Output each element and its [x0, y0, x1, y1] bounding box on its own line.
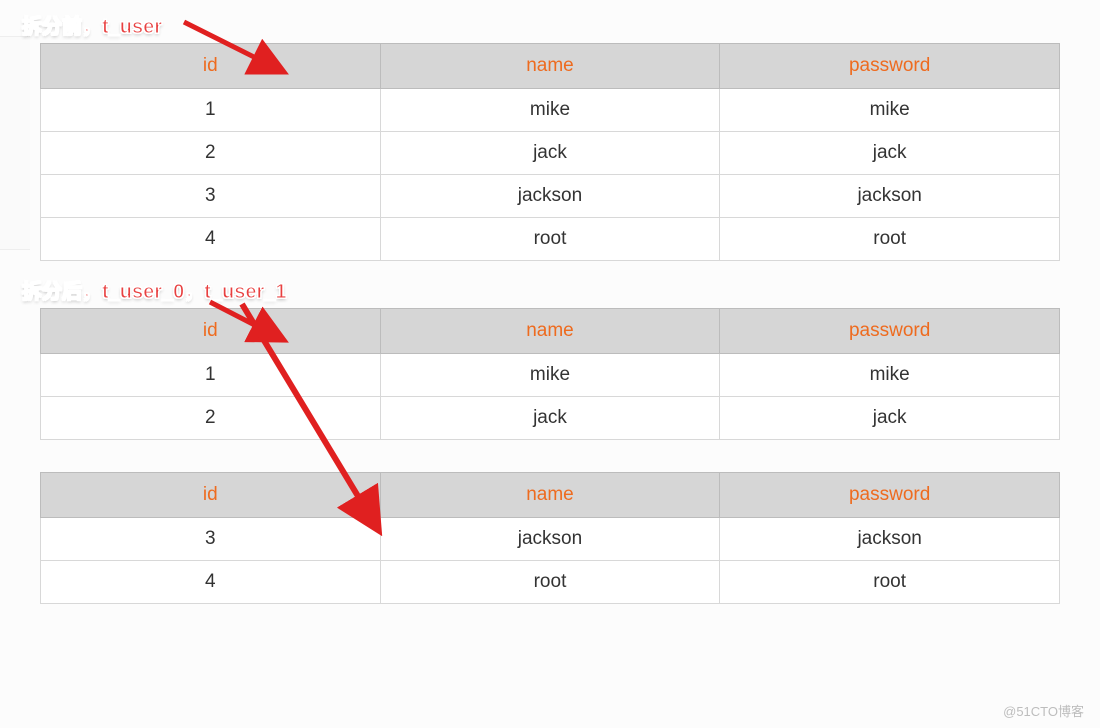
t-user-0-table: id name password 1 mike mike 2 jack jack: [40, 308, 1060, 440]
table-row: 3 jackson jackson: [41, 175, 1060, 218]
table-after-split-1: id name password 3 jackson jackson 4 roo…: [40, 472, 1060, 604]
t-user-table: id name password 1 mike mike 2 jack jack…: [40, 43, 1060, 261]
col-name: name: [380, 44, 720, 89]
col-id: id: [41, 309, 381, 354]
table-row: 4 root root: [41, 218, 1060, 261]
cell-name: root: [380, 561, 720, 604]
cell-name: jackson: [380, 175, 720, 218]
table-header-row: id name password: [41, 473, 1060, 518]
t-user-1-table: id name password 3 jackson jackson 4 roo…: [40, 472, 1060, 604]
cell-password: jackson: [720, 518, 1060, 561]
cell-password: root: [720, 561, 1060, 604]
table-header-row: id name password: [41, 309, 1060, 354]
watermark-credit: @51CTO博客: [1003, 701, 1084, 720]
cell-id: 4: [41, 218, 381, 261]
col-id: id: [41, 44, 381, 89]
cell-name: jack: [380, 132, 720, 175]
table-row: 2 jack jack: [41, 397, 1060, 440]
col-password: password: [720, 473, 1060, 518]
table-row: 4 root root: [41, 561, 1060, 604]
col-name: name: [380, 473, 720, 518]
cell-password: jack: [720, 132, 1060, 175]
table-row: 2 jack jack: [41, 132, 1060, 175]
col-id: id: [41, 473, 381, 518]
cell-password: jackson: [720, 175, 1060, 218]
cell-name: jackson: [380, 518, 720, 561]
cell-password: mike: [720, 89, 1060, 132]
cell-password: mike: [720, 354, 1060, 397]
cell-name: mike: [380, 89, 720, 132]
cell-id: 2: [41, 132, 381, 175]
cell-name: mike: [380, 354, 720, 397]
table-row: 3 jackson jackson: [41, 518, 1060, 561]
col-password: password: [720, 44, 1060, 89]
table-row: 1 mike mike: [41, 89, 1060, 132]
cell-password: root: [720, 218, 1060, 261]
cell-password: jack: [720, 397, 1060, 440]
cell-name: root: [380, 218, 720, 261]
cell-id: 3: [41, 518, 381, 561]
table-row: 1 mike mike: [41, 354, 1060, 397]
col-name: name: [380, 309, 720, 354]
table-after-split-0: id name password 1 mike mike 2 jack jack: [40, 308, 1060, 440]
cell-id: 1: [41, 354, 381, 397]
gutter-before: [0, 36, 30, 250]
table-before-split: id name password 1 mike mike 2 jack jack…: [40, 43, 1060, 261]
cell-id: 1: [41, 89, 381, 132]
table-header-row: id name password: [41, 44, 1060, 89]
col-password: password: [720, 309, 1060, 354]
cell-id: 3: [41, 175, 381, 218]
cell-id: 2: [41, 397, 381, 440]
table-gap: [10, 454, 1090, 472]
cell-id: 4: [41, 561, 381, 604]
label-before-split: 拆分前，t_user: [22, 10, 162, 39]
cell-name: jack: [380, 397, 720, 440]
label-after-split: 拆分后，t_user_0，t_user_1: [22, 275, 287, 304]
